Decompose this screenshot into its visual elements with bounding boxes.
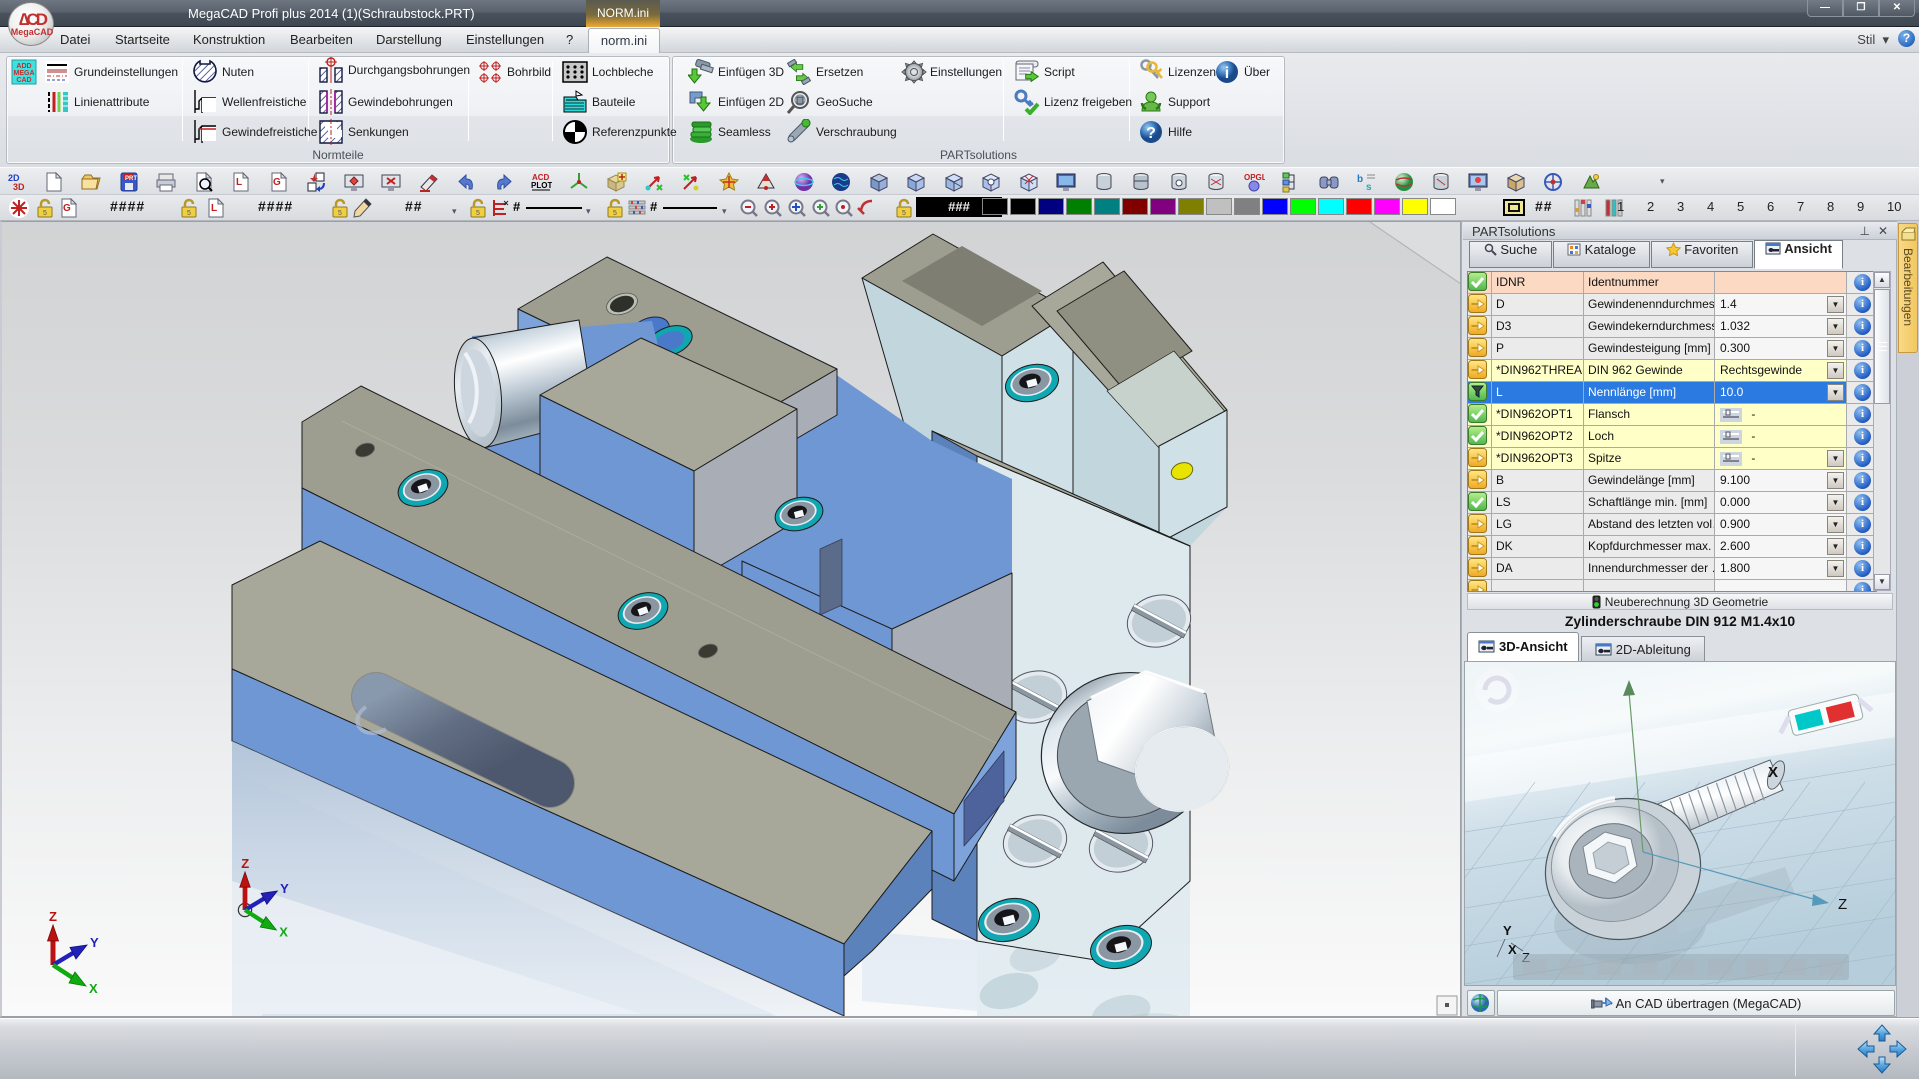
svg-text:L: L (236, 177, 242, 188)
svg-text:MEGA: MEGA (14, 70, 35, 77)
svg-text:G: G (63, 203, 71, 214)
svg-text:G: G (273, 177, 281, 188)
svg-text:PLOT: PLOT (531, 181, 552, 190)
svg-text:X: X (279, 925, 288, 940)
svg-text:L: L (211, 203, 217, 214)
svg-text:Y: Y (1503, 923, 1512, 938)
svg-text:3D: 3D (13, 182, 25, 192)
svg-text:5: 5 (902, 210, 906, 217)
svg-text:Z: Z (241, 856, 249, 871)
svg-text:X: X (89, 981, 98, 996)
svg-text:5: 5 (187, 210, 191, 217)
svg-text:s: s (1366, 182, 1372, 193)
svg-text:PRT: PRT (125, 176, 137, 182)
svg-text:5: 5 (476, 210, 480, 217)
svg-text:ADD: ADD (16, 63, 31, 70)
svg-text:5: 5 (613, 210, 617, 217)
svg-text:5: 5 (338, 210, 342, 217)
svg-text:Y: Y (90, 935, 99, 950)
svg-text:i: i (1225, 65, 1229, 82)
svg-text:Z: Z (1838, 896, 1847, 913)
svg-text:b: b (1357, 174, 1363, 185)
svg-text:Y: Y (280, 881, 289, 896)
svg-text:?: ? (1146, 125, 1156, 142)
svg-text:CAD: CAD (16, 77, 31, 84)
svg-text:Z: Z (49, 909, 57, 924)
svg-text:5: 5 (43, 210, 47, 217)
svg-text:X: X (1768, 764, 1778, 781)
